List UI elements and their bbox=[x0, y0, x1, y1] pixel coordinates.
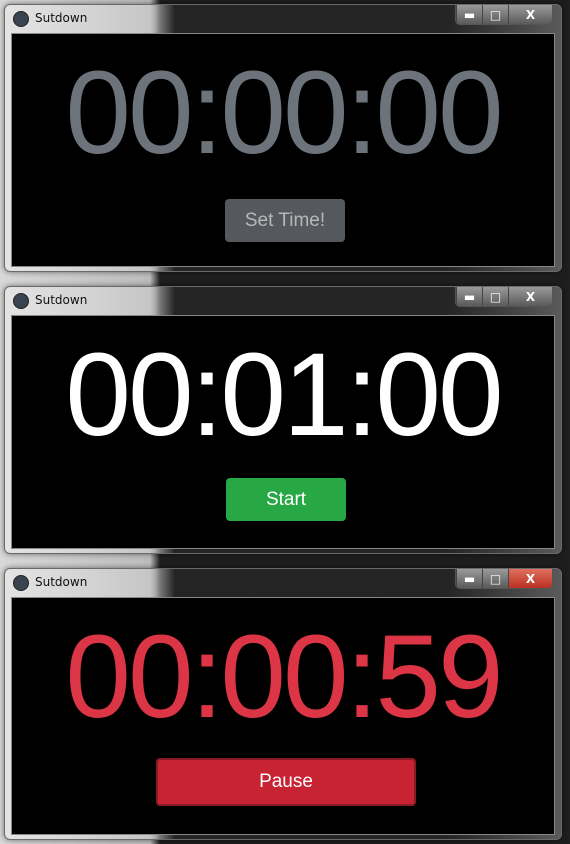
window-title: Sutdown bbox=[35, 11, 88, 25]
title-bar[interactable]: Sutdown ▬ □ X bbox=[5, 287, 561, 315]
minimize-button[interactable]: ▬ bbox=[456, 5, 482, 24]
timer-panel: 00:01:00 Start bbox=[11, 315, 555, 549]
set-time-button[interactable]: Set Time! bbox=[225, 199, 345, 242]
minimize-button[interactable]: ▬ bbox=[456, 569, 482, 588]
app-icon bbox=[13, 11, 29, 27]
timer-display: 00:00:59 bbox=[65, 611, 503, 743]
maximize-button[interactable]: □ bbox=[482, 5, 508, 24]
close-button[interactable]: X bbox=[508, 5, 552, 24]
close-button[interactable]: X bbox=[508, 569, 552, 588]
window-pause: Sutdown ▬ □ X 00:00:59 Pause bbox=[4, 568, 562, 840]
timer-display: 00:00:00 bbox=[65, 47, 503, 179]
pause-button[interactable]: Pause bbox=[156, 758, 416, 806]
start-button[interactable]: Start bbox=[226, 478, 346, 521]
timer-panel: 00:00:59 Pause bbox=[11, 597, 555, 835]
app-icon bbox=[13, 575, 29, 591]
title-bar[interactable]: Sutdown ▬ □ X bbox=[5, 5, 561, 33]
minimize-button[interactable]: ▬ bbox=[456, 287, 482, 306]
close-button[interactable]: X bbox=[508, 287, 552, 306]
window-title: Sutdown bbox=[35, 575, 88, 589]
app-icon bbox=[13, 293, 29, 309]
maximize-button[interactable]: □ bbox=[482, 287, 508, 306]
window-title: Sutdown bbox=[35, 293, 88, 307]
window-set-time: Sutdown ▬ □ X 00:00:00 Set Time! bbox=[4, 4, 562, 272]
maximize-button[interactable]: □ bbox=[482, 569, 508, 588]
window-start: Sutdown ▬ □ X 00:01:00 Start bbox=[4, 286, 562, 554]
timer-display: 00:01:00 bbox=[65, 329, 503, 461]
timer-panel: 00:00:00 Set Time! bbox=[11, 33, 555, 267]
title-bar[interactable]: Sutdown ▬ □ X bbox=[5, 569, 561, 597]
